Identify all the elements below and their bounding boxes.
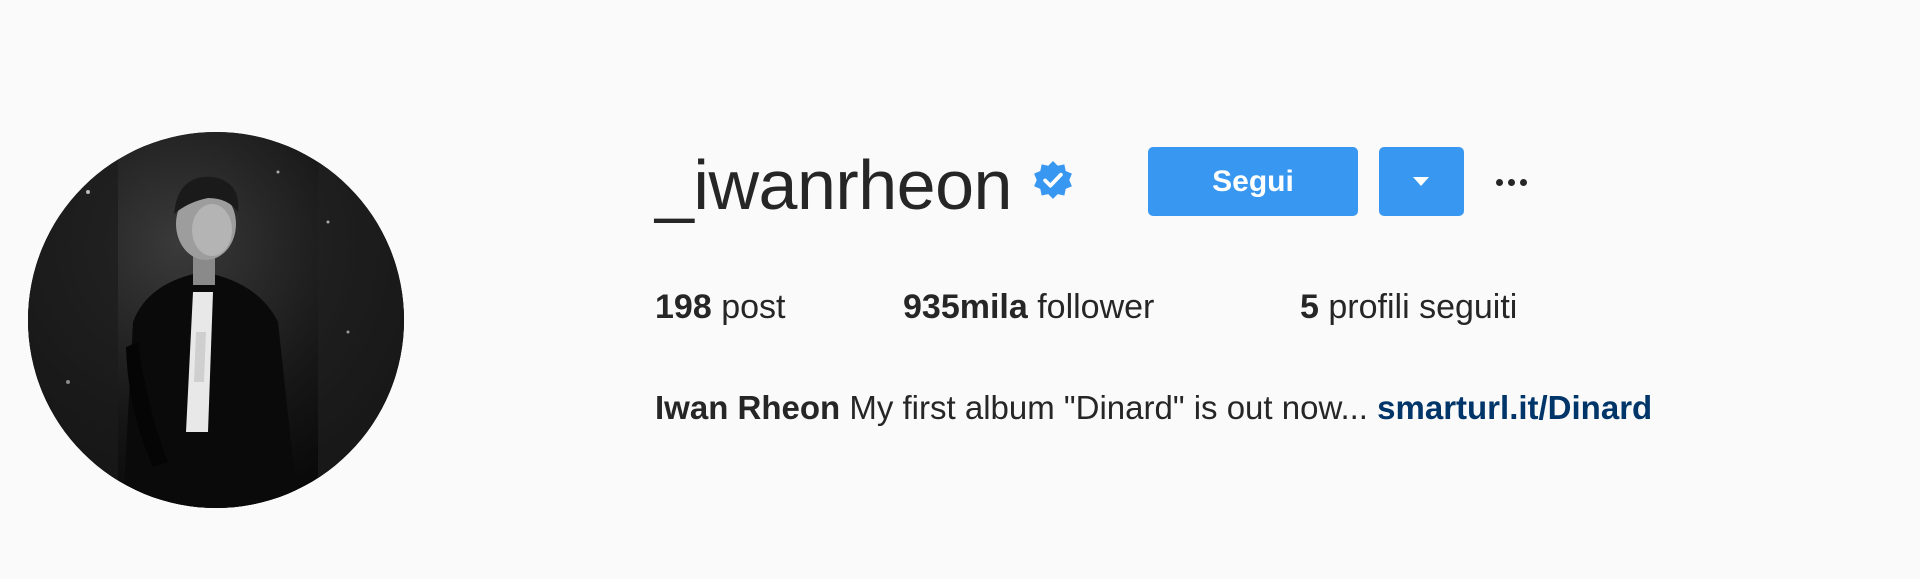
suggestions-dropdown-button[interactable]	[1379, 147, 1464, 216]
full-name: Iwan Rheon	[655, 389, 841, 426]
stat-following-count: 5	[1300, 288, 1319, 326]
stat-followers-count: 935mila	[903, 288, 1028, 326]
stat-followers-label: follower	[1037, 288, 1155, 326]
profile-header: _iwanrheon Segui 198 post 935mila follow…	[0, 0, 1920, 579]
chevron-down-icon	[1413, 177, 1429, 186]
stat-following-label: profili seguiti	[1328, 288, 1518, 326]
stat-following[interactable]: 5 profili seguiti	[1300, 285, 1517, 329]
profile-avatar[interactable]	[28, 132, 404, 508]
stat-posts-count: 198	[655, 288, 712, 326]
stat-followers[interactable]: 935mila follower	[903, 285, 1154, 329]
stat-posts[interactable]: 198 post	[655, 285, 785, 329]
profile-bio: Iwan Rheon My first album "Dinard" is ou…	[655, 386, 1652, 430]
avatar-photo	[28, 132, 404, 508]
username-row: _iwanrheon	[655, 145, 1074, 225]
stat-posts-label: post	[721, 288, 786, 326]
verified-badge-icon	[1032, 160, 1074, 202]
more-options-button[interactable]	[1490, 160, 1540, 204]
bio-link[interactable]: smarturl.it/Dinard	[1377, 389, 1652, 426]
bio-text: My first album "Dinard" is out now...	[849, 389, 1368, 426]
follow-button[interactable]: Segui	[1148, 147, 1358, 216]
username: _iwanrheon	[655, 146, 1012, 224]
